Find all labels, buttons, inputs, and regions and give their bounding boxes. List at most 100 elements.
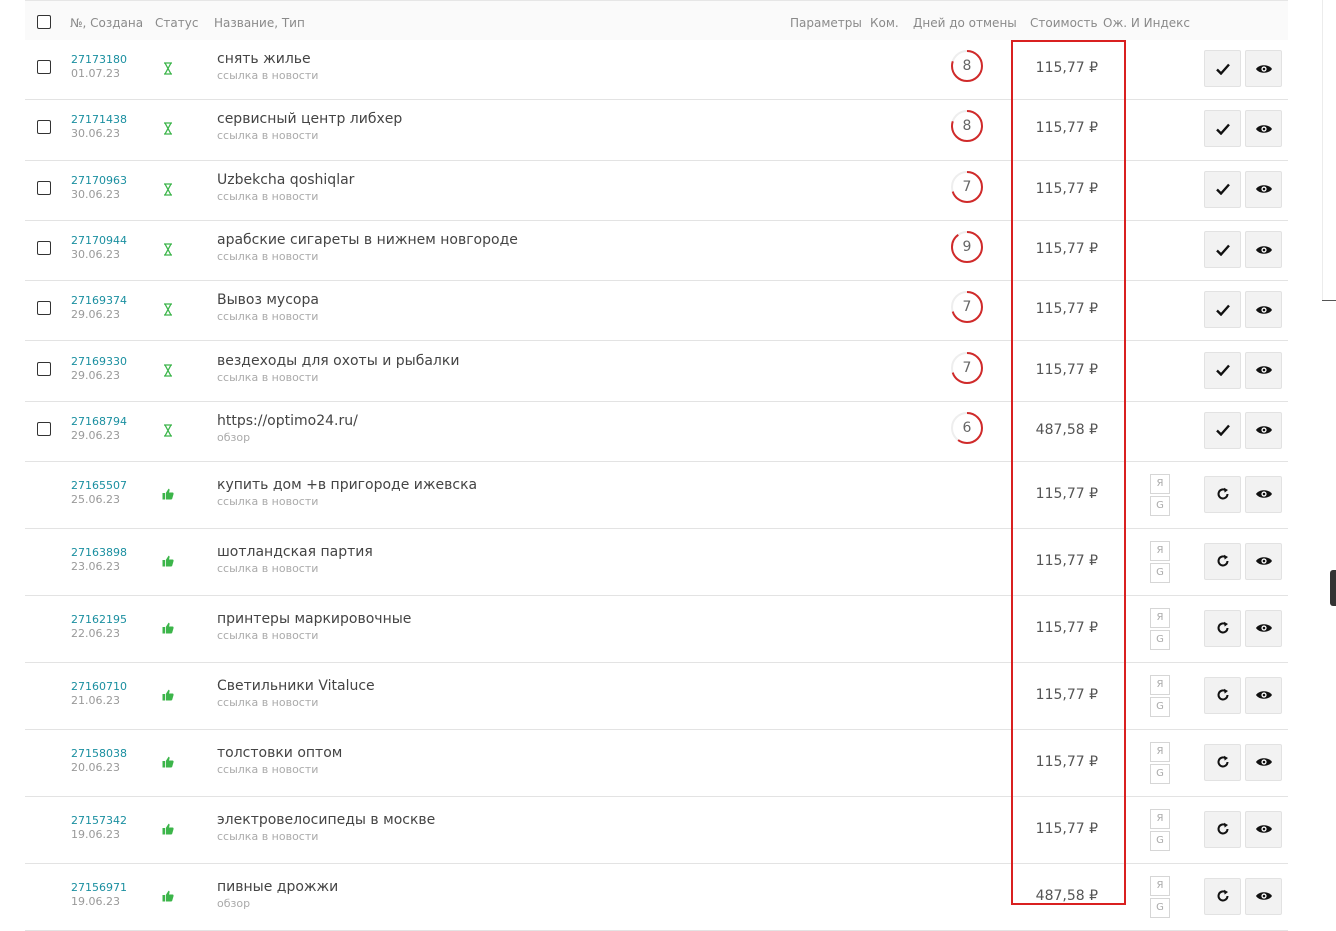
- row-checkbox[interactable]: [37, 421, 51, 436]
- order-cost: 115,77 ₽: [1035, 120, 1098, 137]
- refresh-button[interactable]: [1204, 743, 1241, 781]
- view-button[interactable]: [1245, 231, 1282, 269]
- row-checkbox[interactable]: [37, 301, 51, 316]
- header-comments[interactable]: Ком.: [870, 16, 899, 30]
- header-number[interactable]: №, Создана: [70, 16, 143, 30]
- refresh-button[interactable]: [1204, 542, 1241, 580]
- order-cost: 115,77 ₽: [1035, 820, 1098, 837]
- order-cost: 487,58 ₽: [1035, 421, 1098, 438]
- view-button[interactable]: [1245, 170, 1282, 208]
- order-number-link[interactable]: 27163898: [71, 546, 127, 559]
- header-status[interactable]: Статус: [155, 16, 198, 30]
- order-number-link[interactable]: 27157342: [71, 814, 127, 827]
- row-checkbox[interactable]: [37, 241, 51, 256]
- refresh-button[interactable]: [1204, 676, 1241, 714]
- refresh-icon: [1216, 755, 1230, 769]
- approve-button[interactable]: [1204, 231, 1241, 269]
- view-button[interactable]: [1245, 475, 1282, 513]
- refresh-icon: [1216, 487, 1230, 501]
- order-number-link[interactable]: 27158038: [71, 747, 127, 760]
- refresh-button[interactable]: [1204, 810, 1241, 848]
- row-checkbox[interactable]: [37, 361, 51, 376]
- eye-icon: [1255, 488, 1273, 500]
- row-checkbox[interactable]: [37, 60, 51, 75]
- view-button[interactable]: [1245, 810, 1282, 848]
- order-type: обзор: [217, 430, 251, 444]
- view-button[interactable]: [1245, 743, 1282, 781]
- order-date: 30.06.23: [71, 248, 120, 262]
- table-body: 27173180 01.07.23 снять жилье ссылка в ново…: [25, 40, 1288, 931]
- header-days-to-cancel[interactable]: Дней до отмены: [913, 16, 1017, 30]
- index-badges: ЯG: [1150, 540, 1170, 585]
- order-name: снять жилье: [217, 51, 311, 68]
- order-name: Светильники Vitaluce: [217, 677, 375, 694]
- check-icon: [1215, 424, 1230, 437]
- row-checkbox[interactable]: [37, 180, 51, 195]
- order-type: ссылка в новости: [217, 129, 319, 143]
- approve-button[interactable]: [1204, 110, 1241, 148]
- approve-button[interactable]: [1204, 411, 1241, 449]
- order-number-link[interactable]: 27171438: [71, 113, 127, 126]
- order-number-link[interactable]: 27162195: [71, 613, 127, 626]
- order-number-link[interactable]: 27165507: [71, 479, 127, 492]
- index-badges: ЯG: [1150, 808, 1170, 853]
- table-row: 27170944 30.06.23 арабские сигареты в нижн…: [25, 221, 1288, 282]
- row-checkbox[interactable]: [37, 120, 51, 135]
- eye-icon: [1255, 183, 1273, 195]
- approve-button[interactable]: [1204, 50, 1241, 88]
- thumbs-up-icon: [161, 622, 175, 636]
- view-button[interactable]: [1245, 291, 1282, 329]
- days-value: 8: [962, 118, 972, 135]
- days-countdown-ring: 8: [951, 110, 983, 143]
- hourglass-icon: [161, 303, 175, 317]
- order-cost: 115,77 ₽: [1035, 180, 1098, 197]
- header-index[interactable]: Ож. И Индекс: [1103, 16, 1190, 30]
- view-button[interactable]: [1245, 877, 1282, 915]
- order-cost: 115,77 ₽: [1035, 686, 1098, 703]
- order-number-link[interactable]: 27173180: [71, 53, 127, 66]
- view-button[interactable]: [1245, 110, 1282, 148]
- yandex-index-badge: Я: [1150, 875, 1170, 896]
- check-icon: [1215, 123, 1230, 135]
- order-cost: 487,58 ₽: [1035, 887, 1098, 904]
- order-number-link[interactable]: 27156971: [71, 881, 127, 894]
- view-button[interactable]: [1245, 351, 1282, 389]
- header-cost[interactable]: Стоимость: [1030, 16, 1098, 30]
- view-button[interactable]: [1245, 676, 1282, 714]
- order-date: 29.06.23: [71, 368, 120, 382]
- order-type: ссылка в новости: [217, 189, 319, 203]
- order-number-link[interactable]: 27168794: [71, 415, 127, 428]
- order-number-link[interactable]: 27170963: [71, 174, 127, 187]
- google-index-badge: G: [1150, 696, 1170, 717]
- refresh-button[interactable]: [1204, 475, 1241, 513]
- view-button[interactable]: [1245, 542, 1282, 580]
- order-number-link[interactable]: 27160710: [71, 680, 127, 693]
- approve-button[interactable]: [1204, 170, 1241, 208]
- header-name[interactable]: Название, Тип: [214, 16, 305, 30]
- order-date: 19.06.23: [71, 894, 120, 908]
- index-badges: ЯG: [1150, 674, 1170, 719]
- view-button[interactable]: [1245, 411, 1282, 449]
- order-number-link[interactable]: 27170944: [71, 234, 127, 247]
- side-scroll-handle[interactable]: [1330, 570, 1336, 606]
- hourglass-icon: [161, 183, 175, 197]
- yandex-index-badge: Я: [1150, 808, 1170, 829]
- order-number-link[interactable]: 27169330: [71, 355, 127, 368]
- yandex-index-badge: Я: [1150, 540, 1170, 561]
- refresh-button[interactable]: [1204, 877, 1241, 915]
- view-button[interactable]: [1245, 609, 1282, 647]
- eye-icon: [1255, 63, 1273, 75]
- thumbs-up-icon: [161, 689, 175, 703]
- order-number-link[interactable]: 27169374: [71, 294, 127, 307]
- header-params[interactable]: Параметры: [790, 16, 862, 30]
- order-date: 21.06.23: [71, 693, 120, 707]
- order-date: 30.06.23: [71, 127, 120, 141]
- table-row: 27156971 19.06.23 пивные дрожжи обзор 487,58…: [25, 864, 1288, 931]
- table-row: 27169330 29.06.23 вездеходы для охоты и ры…: [25, 341, 1288, 402]
- refresh-button[interactable]: [1204, 609, 1241, 647]
- approve-button[interactable]: [1204, 291, 1241, 329]
- days-value: 7: [962, 178, 972, 195]
- select-all-checkbox[interactable]: [37, 15, 51, 29]
- approve-button[interactable]: [1204, 351, 1241, 389]
- view-button[interactable]: [1245, 50, 1282, 88]
